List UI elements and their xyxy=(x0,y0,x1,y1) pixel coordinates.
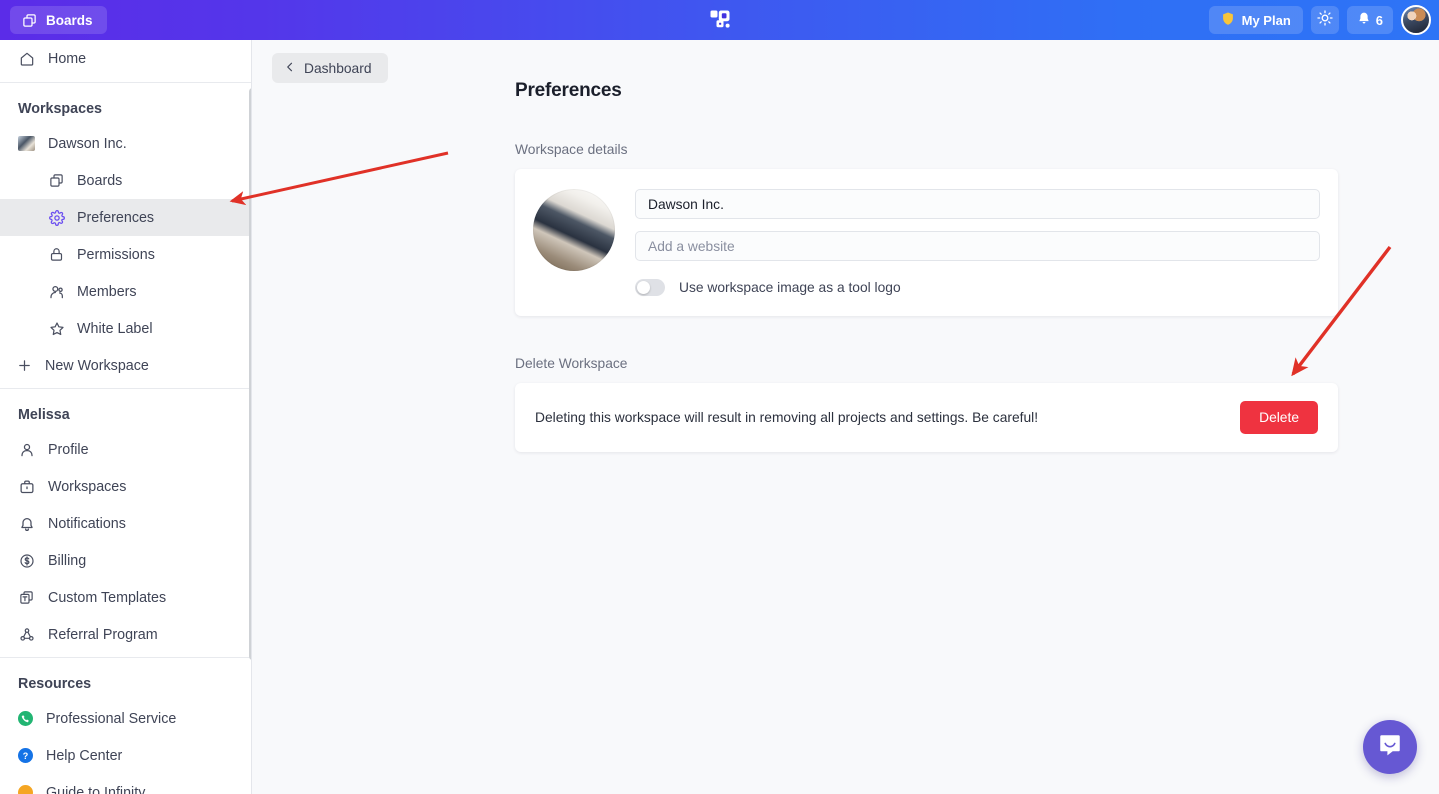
delete-button[interactable]: Delete xyxy=(1240,401,1318,434)
main-content: Dashboard Preferences Workspace details … xyxy=(252,40,1439,794)
users-icon xyxy=(48,283,65,300)
home-icon xyxy=(18,51,35,68)
shield-icon xyxy=(1221,11,1235,29)
copy-icon xyxy=(21,12,38,29)
topbar-actions: My Plan 6 xyxy=(1208,0,1431,40)
sidebar-item-workspaces-label: Workspaces xyxy=(48,478,127,495)
sidebar-item-preferences[interactable]: Preferences xyxy=(0,199,251,236)
tool-logo-toggle-row: Use workspace image as a tool logo xyxy=(635,279,1320,296)
sidebar-item-members-label: Members xyxy=(77,283,137,300)
sidebar-item-notifications[interactable]: Notifications xyxy=(0,505,251,542)
sidebar-item-new-workspace[interactable]: New Workspace xyxy=(0,347,251,384)
sidebar-item-permissions-label: Permissions xyxy=(77,246,155,263)
preferences-panel: Preferences Workspace details Use worksp… xyxy=(515,80,1338,452)
sidebar-item-professional-service[interactable]: Professional Service xyxy=(0,700,251,737)
sidebar-workspaces-header: Workspaces xyxy=(18,101,102,117)
sidebar-item-permissions[interactable]: Permissions xyxy=(0,236,251,273)
delete-workspace-card: Deleting this workspace will result in r… xyxy=(515,383,1338,452)
sidebar-workspace-label: Dawson Inc. xyxy=(48,135,127,152)
sidebar-item-new-workspace-label: New Workspace xyxy=(45,357,149,374)
sidebar-item-guide-to-infinity[interactable]: Guide to Infinity xyxy=(0,774,251,794)
sidebar-item-billing-label: Billing xyxy=(48,552,87,569)
sidebar-item-white-label[interactable]: White Label xyxy=(0,310,251,347)
use-workspace-image-label: Use workspace image as a tool logo xyxy=(679,280,901,295)
user-avatar[interactable] xyxy=(1401,5,1431,35)
sidebar-item-home[interactable]: Home xyxy=(0,40,251,78)
phone-icon xyxy=(18,711,33,726)
sidebar-divider-1 xyxy=(0,82,251,83)
sidebar-item-referral-program[interactable]: Referral Program xyxy=(0,616,251,653)
lightbulb-icon xyxy=(18,785,33,794)
person-icon xyxy=(18,441,35,458)
sidebar-item-white-label-label: White Label xyxy=(77,320,153,337)
sidebar-item-referral-program-label: Referral Program xyxy=(48,626,158,643)
briefcase-icon xyxy=(18,478,35,495)
infinity-logo[interactable] xyxy=(708,8,732,32)
sidebar-item-profile-label: Profile xyxy=(48,441,89,458)
bell-icon xyxy=(18,515,35,532)
sidebar-item-boards[interactable]: Boards xyxy=(0,162,251,199)
workspace-details-label: Workspace details xyxy=(515,142,628,157)
sidebar-item-guide-to-infinity-label: Guide to Infinity xyxy=(46,784,146,794)
boards-button-label: Boards xyxy=(46,12,93,28)
sidebar-item-preferences-label: Preferences xyxy=(77,209,155,226)
toggle-knob xyxy=(637,281,650,294)
share-icon xyxy=(18,626,35,643)
sidebar-item-boards-label: Boards xyxy=(77,172,123,189)
question-icon: ? xyxy=(18,748,33,763)
sidebar-divider-3 xyxy=(0,657,251,658)
sidebar: Home Workspaces Dawson Inc. Boards Prefe… xyxy=(0,40,252,794)
back-to-dashboard-button[interactable]: Dashboard xyxy=(272,53,388,83)
chevron-left-icon xyxy=(284,61,296,76)
theme-toggle-button[interactable] xyxy=(1310,6,1339,34)
notifications-count: 6 xyxy=(1375,12,1383,28)
sidebar-user-header: Melissa xyxy=(18,407,70,423)
workspace-details-card: Use workspace image as a tool logo xyxy=(515,169,1338,316)
workspace-website-input[interactable] xyxy=(635,231,1320,261)
sun-icon xyxy=(1317,9,1333,31)
workspace-photo[interactable] xyxy=(533,189,615,271)
intercom-chat-button[interactable] xyxy=(1363,720,1417,774)
sidebar-item-custom-templates-label: Custom Templates xyxy=(48,589,167,606)
sidebar-item-professional-service-label: Professional Service xyxy=(46,710,177,727)
workspace-fields: Use workspace image as a tool logo xyxy=(635,189,1320,296)
sidebar-item-notifications-label: Notifications xyxy=(48,515,126,532)
intercom-chat-icon xyxy=(1377,732,1403,763)
boards-button[interactable]: Boards xyxy=(10,6,107,34)
my-plan-button[interactable]: My Plan xyxy=(1208,6,1303,34)
sidebar-item-workspaces[interactable]: Workspaces xyxy=(0,468,251,505)
template-icon xyxy=(18,589,35,606)
gear-icon xyxy=(48,209,65,226)
use-workspace-image-toggle[interactable] xyxy=(635,279,665,296)
plus-icon xyxy=(16,357,33,374)
sidebar-resources-header: Resources xyxy=(18,676,92,692)
dollar-circle-icon xyxy=(18,552,35,569)
sidebar-item-help-center[interactable]: ? Help Center xyxy=(0,737,251,774)
sidebar-item-members[interactable]: Members xyxy=(0,273,251,310)
delete-warning-text: Deleting this workspace will result in r… xyxy=(535,410,1039,425)
lock-icon xyxy=(48,246,65,263)
my-plan-label: My Plan xyxy=(1241,12,1291,28)
star-icon xyxy=(48,320,65,337)
bell-icon xyxy=(1357,11,1371,29)
workspace-thumbnail-icon xyxy=(18,136,35,151)
sidebar-item-workspace-dawson[interactable]: Dawson Inc. xyxy=(0,125,251,162)
top-bar: Boards My Plan 6 xyxy=(0,0,1439,40)
delete-workspace-label: Delete Workspace xyxy=(515,356,628,371)
sidebar-item-help-center-label: Help Center xyxy=(46,747,123,764)
sidebar-item-profile[interactable]: Profile xyxy=(0,431,251,468)
copy-icon xyxy=(48,172,65,189)
sidebar-divider-2 xyxy=(0,388,251,389)
sidebar-item-custom-templates[interactable]: Custom Templates xyxy=(0,579,251,616)
notifications-button[interactable]: 6 xyxy=(1346,6,1393,34)
workspace-name-input[interactable] xyxy=(635,189,1320,219)
back-to-dashboard-label: Dashboard xyxy=(304,60,372,76)
sidebar-item-home-label: Home xyxy=(48,51,87,67)
page-title: Preferences xyxy=(515,80,622,101)
sidebar-item-billing[interactable]: Billing xyxy=(0,542,251,579)
